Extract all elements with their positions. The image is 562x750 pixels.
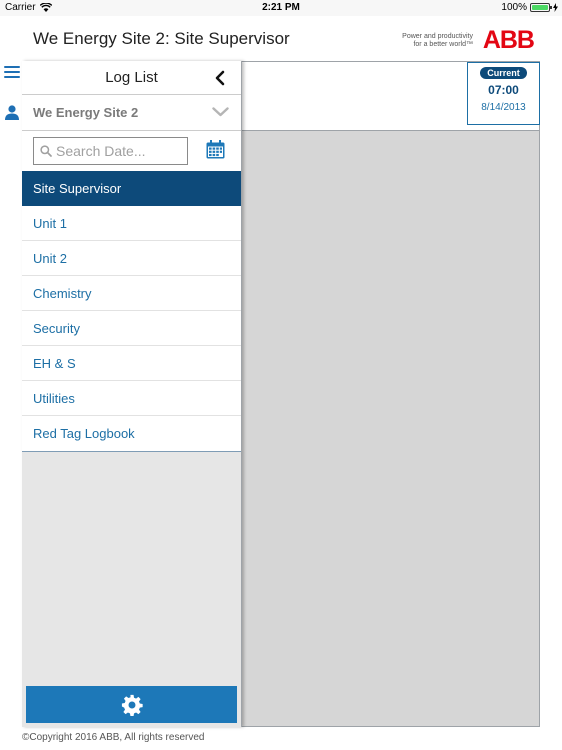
log-item-security[interactable]: Security (22, 311, 241, 346)
user-icon[interactable] (4, 104, 20, 120)
hamburger-menu-icon[interactable] (4, 66, 20, 80)
copyright-footer: ©Copyright 2016 ABB, All rights reserved (22, 732, 205, 743)
site-selector-label: We Energy Site 2 (33, 105, 139, 120)
current-time-box[interactable]: Current 07:00 8/14/2013 (467, 62, 540, 125)
log-item-chemistry[interactable]: Chemistry (22, 276, 241, 311)
charging-icon (553, 3, 558, 12)
status-bar: Carrier 2:21 PM 100% (0, 0, 562, 16)
log-item-red-tag-logbook[interactable]: Red Tag Logbook (22, 416, 241, 451)
battery-percent: 100% (501, 2, 527, 13)
log-list-drawer: Log List We Energy Site 2 Search Date...… (22, 61, 242, 727)
settings-button[interactable] (26, 686, 237, 723)
current-badge: Current (480, 67, 527, 79)
page-title: We Energy Site 2: Site Supervisor (33, 29, 290, 48)
search-box[interactable] (33, 137, 188, 165)
drawer-header: Log List (22, 61, 241, 95)
tagline-line-1: Power and productivity (402, 33, 473, 40)
app-header: We Energy Site 2: Site Supervisor Power … (0, 16, 562, 61)
log-item-site-supervisor[interactable]: Site Supervisor (22, 171, 241, 206)
current-date: 8/14/2013 (481, 102, 526, 113)
chevron-down-icon (212, 107, 229, 117)
site-selector[interactable]: We Energy Site 2 (22, 95, 241, 131)
status-time: 2:21 PM (262, 2, 300, 13)
log-item-eh-and-s[interactable]: EH & S (22, 346, 241, 381)
calendar-icon[interactable] (206, 140, 225, 159)
current-time: 07:00 (488, 83, 519, 97)
tagline-line-2: for a better world™ (413, 41, 473, 48)
abb-logo: ABB (482, 26, 535, 54)
drawer-title: Log List (105, 69, 158, 86)
search-row (22, 131, 241, 171)
brand-tagline: Power and productivity for a better worl… (402, 33, 473, 49)
chevron-left-icon[interactable] (213, 68, 227, 88)
search-icon (40, 145, 52, 157)
log-item-unit-2[interactable]: Unit 2 (22, 241, 241, 276)
log-item-unit-1[interactable]: Unit 1 (22, 206, 241, 241)
log-list: Site Supervisor Unit 1 Unit 2 Chemistry … (22, 171, 241, 452)
log-item-utilities[interactable]: Utilities (22, 381, 241, 416)
status-right: 100% (501, 2, 558, 13)
gear-icon (121, 694, 143, 716)
search-date-input[interactable] (56, 143, 181, 159)
battery-icon (530, 3, 552, 12)
